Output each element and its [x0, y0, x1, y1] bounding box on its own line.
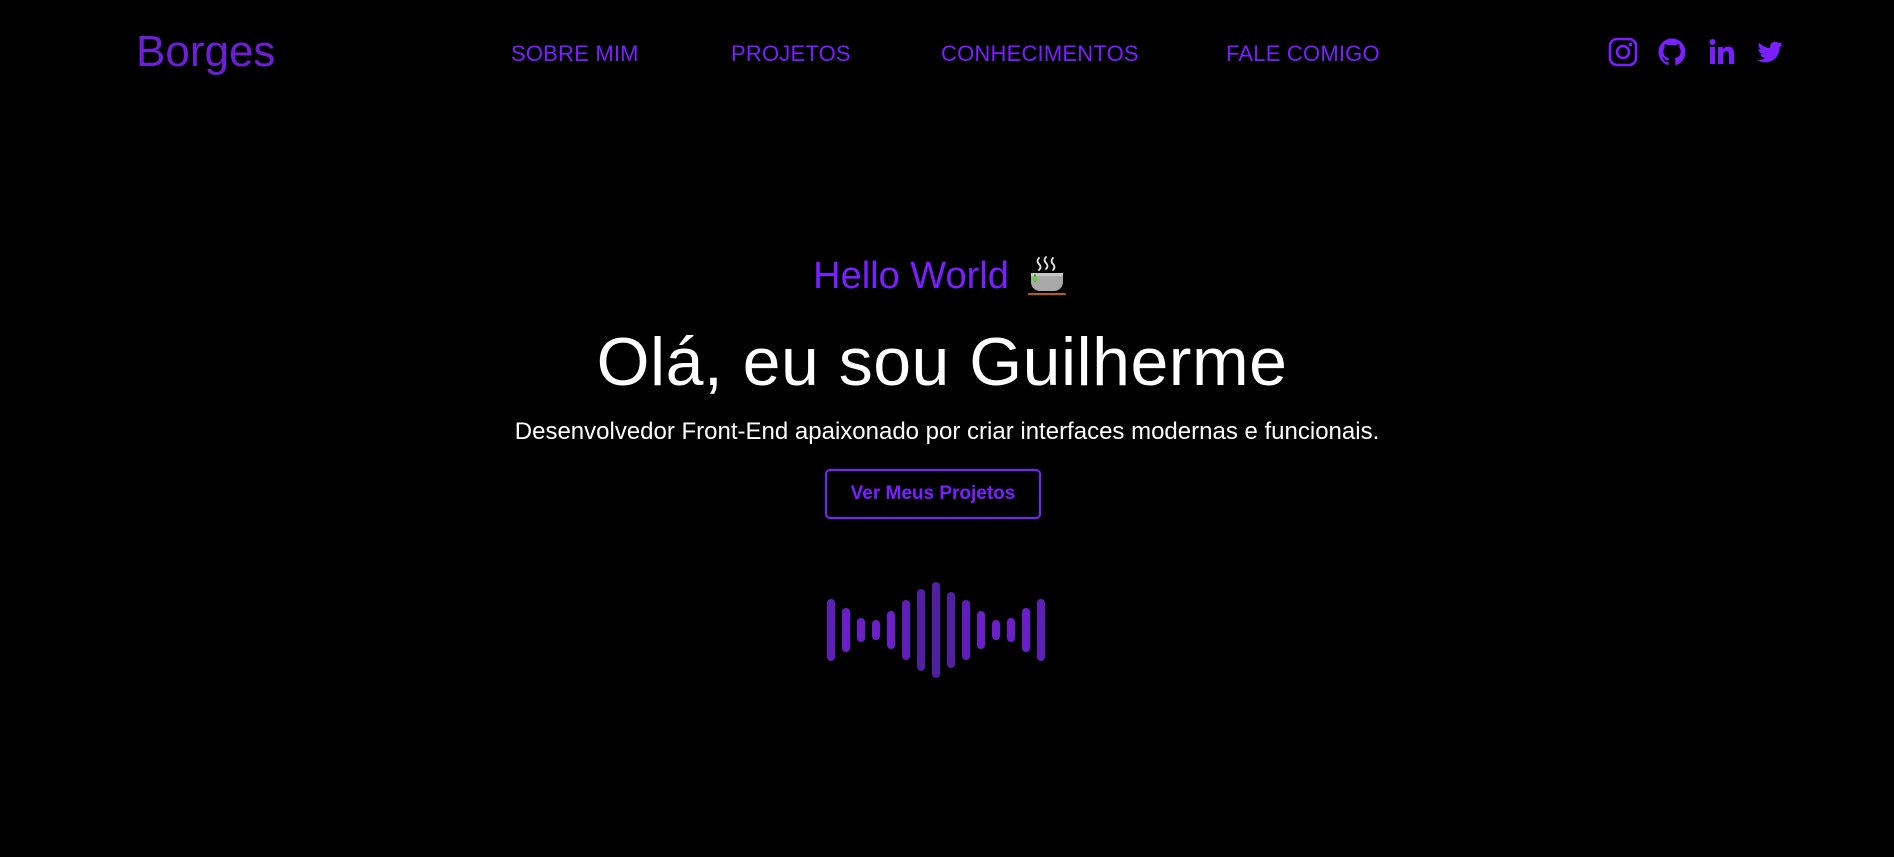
nav-link-conhecimentos[interactable]: CONHECIMENTOS	[941, 40, 1139, 68]
instagram-icon[interactable]	[1607, 36, 1639, 68]
brand-logo[interactable]: Borges	[136, 26, 275, 78]
coffee-cup-icon	[1025, 254, 1069, 298]
twitter-icon[interactable]	[1754, 36, 1786, 68]
hero-greeting: Hello World	[0, 252, 1894, 300]
portfolio-page: Borges SOBRE MIM PROJETOS CONHECIMENTOS …	[0, 0, 1894, 857]
nav-link-projetos[interactable]: PROJETOS	[731, 40, 851, 68]
site-header: Borges SOBRE MIM PROJETOS CONHECIMENTOS …	[0, 0, 1894, 106]
hero-subtitle: Desenvolvedor Front-End apaixonado por c…	[514, 418, 1380, 445]
nav-link-sobre-mim[interactable]: SOBRE MIM	[511, 40, 639, 68]
sound-wave-icon	[822, 580, 1052, 680]
page-title: Olá, eu sou Guilherme	[596, 324, 1288, 400]
github-icon[interactable]	[1656, 36, 1688, 68]
greeting-text: Hello World	[813, 255, 1009, 297]
linkedin-icon[interactable]	[1706, 36, 1738, 68]
nav-link-fale-comigo[interactable]: FALE COMIGO	[1226, 40, 1380, 68]
view-projects-button[interactable]: Ver Meus Projetos	[825, 469, 1041, 519]
